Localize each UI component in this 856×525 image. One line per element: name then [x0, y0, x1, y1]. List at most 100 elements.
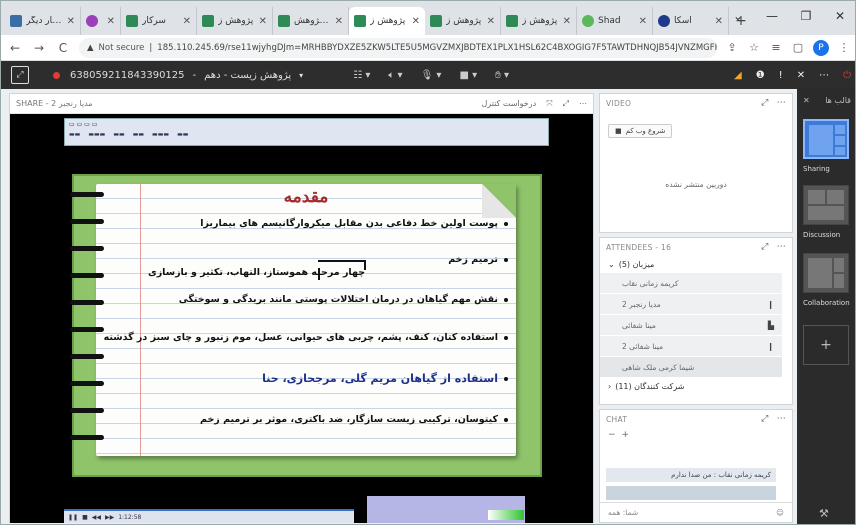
- screen-share-stage: ▭ ▭ ▭ ▭ ▬▬ ▬▬▬ ▬▬ ▬▬ ▬▬▬ ▬▬ مقدمه پوست ا…: [10, 114, 593, 523]
- recording-indicator-icon[interactable]: [53, 71, 60, 79]
- layout-thumb-discussion[interactable]: [803, 185, 849, 225]
- window-controls: ⌄ — ❐ ✕: [721, 1, 855, 31]
- close-window-button[interactable]: ✕: [823, 1, 855, 31]
- url-field[interactable]: ▲ Not secure | 185.110.245.69/rse11wjyhg…: [79, 37, 717, 58]
- attendee-row[interactable]: مینا شفائی 2 ❙: [600, 336, 782, 356]
- bookmark-star-icon[interactable]: ☆: [747, 41, 761, 54]
- add-layout-button[interactable]: +: [803, 325, 849, 365]
- layouts-label: قالب ها: [825, 95, 851, 105]
- camera-icon[interactable]: ■ ▾: [459, 70, 477, 81]
- speaker-icon[interactable]: 🔈︎ ▾: [388, 70, 402, 81]
- power-icon[interactable]: ⏻: [843, 70, 851, 81]
- tab-title: پژوهش ..: [294, 16, 331, 26]
- microphone-icon[interactable]: 🎙︎ ▾: [421, 70, 442, 81]
- browser-tab[interactable]: اسکا ✕: [653, 7, 729, 35]
- layout-cell: [808, 190, 825, 204]
- share-icon[interactable]: ⇪: [725, 41, 739, 54]
- layout-thumb-collaboration[interactable]: [803, 253, 849, 293]
- volume-meter[interactable]: [488, 510, 524, 520]
- participants-group-header[interactable]: › شرکت کنندگان (11): [600, 378, 792, 394]
- info-icon[interactable]: ❶: [756, 70, 765, 81]
- menu-dots-icon[interactable]: ⋮: [837, 41, 851, 54]
- prev-icon[interactable]: ◀◀: [92, 514, 101, 521]
- maximize-button[interactable]: ❐: [789, 1, 823, 31]
- fit-screen-icon[interactable]: ⤧: [546, 99, 552, 109]
- raise-hand-icon[interactable]: ✋︎ ▾: [495, 70, 509, 81]
- request-control-button[interactable]: درخواست کنترل: [481, 99, 536, 108]
- decrease-font-icon[interactable]: −: [608, 430, 616, 440]
- meeting-menu[interactable]: 638059211843390125 - پژوهش زیست - دهم ▾: [70, 70, 303, 81]
- browser-tab[interactable]: سرکار ديگر ✕: [5, 7, 81, 35]
- emoji-icon[interactable]: ☺: [776, 508, 784, 517]
- fullscreen-pod-icon[interactable]: ⤢: [761, 242, 769, 252]
- attendee-row[interactable]: شیما کرمی ملک شاهی: [600, 357, 782, 377]
- favicon-icon: [86, 15, 98, 27]
- reload-button[interactable]: C: [55, 41, 71, 55]
- chat-input[interactable]: شما: همه ☺: [600, 502, 792, 522]
- browser-tab[interactable]: پژوهش .. ✕: [273, 7, 349, 35]
- pod-menu-icon[interactable]: ⋯: [777, 98, 786, 108]
- alert-icon[interactable]: !: [779, 70, 783, 81]
- address-bar: ← → C ▲ Not secure | 185.110.245.69/rse1…: [1, 35, 855, 61]
- attendee-name: شیما کرمی ملک شاهی: [622, 362, 695, 372]
- expand-icon[interactable]: ✕: [797, 70, 805, 81]
- close-icon[interactable]: ✕: [803, 96, 810, 105]
- browser-tab[interactable]: پژوهش ز ✕: [197, 7, 273, 35]
- reading-list-icon[interactable]: ≡: [769, 41, 783, 54]
- layout-list-icon[interactable]: ☷ ▾: [353, 70, 370, 81]
- attendee-row[interactable]: مینا شفائی ▙: [600, 315, 782, 335]
- close-tab-icon[interactable]: ✕: [412, 16, 420, 27]
- minimize-button[interactable]: —: [755, 1, 789, 31]
- back-button[interactable]: ←: [7, 41, 23, 55]
- fullscreen-pod-icon[interactable]: ⤢: [761, 98, 769, 108]
- stop-icon[interactable]: ■: [82, 514, 88, 521]
- wrench-icon[interactable]: ⚒: [819, 507, 829, 520]
- chevron-down-icon[interactable]: ▾: [299, 71, 303, 80]
- toolbar-controls: ☷ ▾ 🔈︎ ▾ 🎙︎ ▾ ■ ▾ ✋︎ ▾: [353, 70, 509, 81]
- browser-tab[interactable]: پژوهش ز ✕: [425, 7, 501, 35]
- attendee-row[interactable]: مدیا رنجبر 2 ❙: [600, 294, 782, 314]
- close-tab-icon[interactable]: ✕: [639, 16, 647, 27]
- fullscreen-pod-icon[interactable]: ⤢: [563, 99, 569, 109]
- pod-menu-icon[interactable]: ⋯: [579, 99, 587, 108]
- close-tab-icon[interactable]: ✕: [107, 16, 115, 27]
- browser-tab-active[interactable]: پژوهش ز ✕: [349, 7, 425, 35]
- shared-window-titlebar: ▭ ▭ ▭ ▭ ▬▬ ▬▬▬ ▬▬ ▬▬ ▬▬▬ ▬▬: [64, 118, 549, 146]
- favicon-icon: [658, 15, 670, 27]
- pause-icon[interactable]: ❚❚: [68, 514, 78, 521]
- chevron-right-icon: ›: [608, 381, 612, 391]
- attendee-row[interactable]: کریمه زمانی نقاب: [600, 273, 782, 293]
- shared-window-menu: ▬▬ ▬▬▬ ▬▬ ▬▬ ▬▬▬ ▬▬: [69, 131, 189, 138]
- browser-tab[interactable]: ✕: [81, 7, 121, 35]
- browser-tab[interactable]: Shad ✕: [577, 7, 653, 35]
- fullscreen-pod-icon[interactable]: ⤢: [761, 414, 769, 424]
- forward-button[interactable]: →: [31, 41, 47, 55]
- tab-title: سرکار ديگر: [26, 16, 63, 26]
- spiral-ring: [70, 408, 104, 413]
- browser-tab[interactable]: پژوهش ز ✕: [501, 7, 577, 35]
- more-icon[interactable]: ⋯: [819, 70, 829, 81]
- signal-icon[interactable]: ◢: [734, 70, 742, 81]
- close-tab-icon[interactable]: ✕: [487, 16, 495, 27]
- close-tab-icon[interactable]: ✕: [259, 16, 267, 27]
- chat-pod-header: CHAT ⤢ ⋯: [600, 410, 792, 428]
- next-icon[interactable]: ▶▶: [105, 514, 114, 521]
- fullscreen-icon[interactable]: ⤢: [11, 66, 29, 84]
- pod-menu-icon[interactable]: ⋯: [777, 414, 786, 424]
- layout-label: Collaboration: [803, 299, 850, 307]
- hosts-group-header[interactable]: ⌄ میزبان (5): [600, 256, 792, 272]
- close-tab-icon[interactable]: ✕: [335, 16, 343, 27]
- layout-thumb-sharing[interactable]: [803, 119, 849, 159]
- start-webcam-button[interactable]: ■ شروع وب کم: [608, 124, 673, 138]
- profile-avatar[interactable]: P: [813, 39, 829, 56]
- side-panel-icon[interactable]: ▢: [791, 41, 805, 54]
- tab-search-icon[interactable]: ⌄: [721, 1, 755, 31]
- attendees-pod: ATTENDEES - 16 ⤢ ⋯ ⌄ میزبان (5) کریمه زما…: [599, 237, 793, 405]
- close-tab-icon[interactable]: ✕: [563, 16, 571, 27]
- browser-tab[interactable]: سرکار ✕: [121, 7, 197, 35]
- pod-menu-icon[interactable]: ⋯: [777, 242, 786, 252]
- media-player-bar[interactable]: ❚❚ ■ ◀◀ ▶▶ 1:12:58: [64, 509, 354, 523]
- close-tab-icon[interactable]: ✕: [67, 16, 75, 27]
- close-tab-icon[interactable]: ✕: [183, 16, 191, 27]
- increase-font-icon[interactable]: +: [622, 430, 630, 440]
